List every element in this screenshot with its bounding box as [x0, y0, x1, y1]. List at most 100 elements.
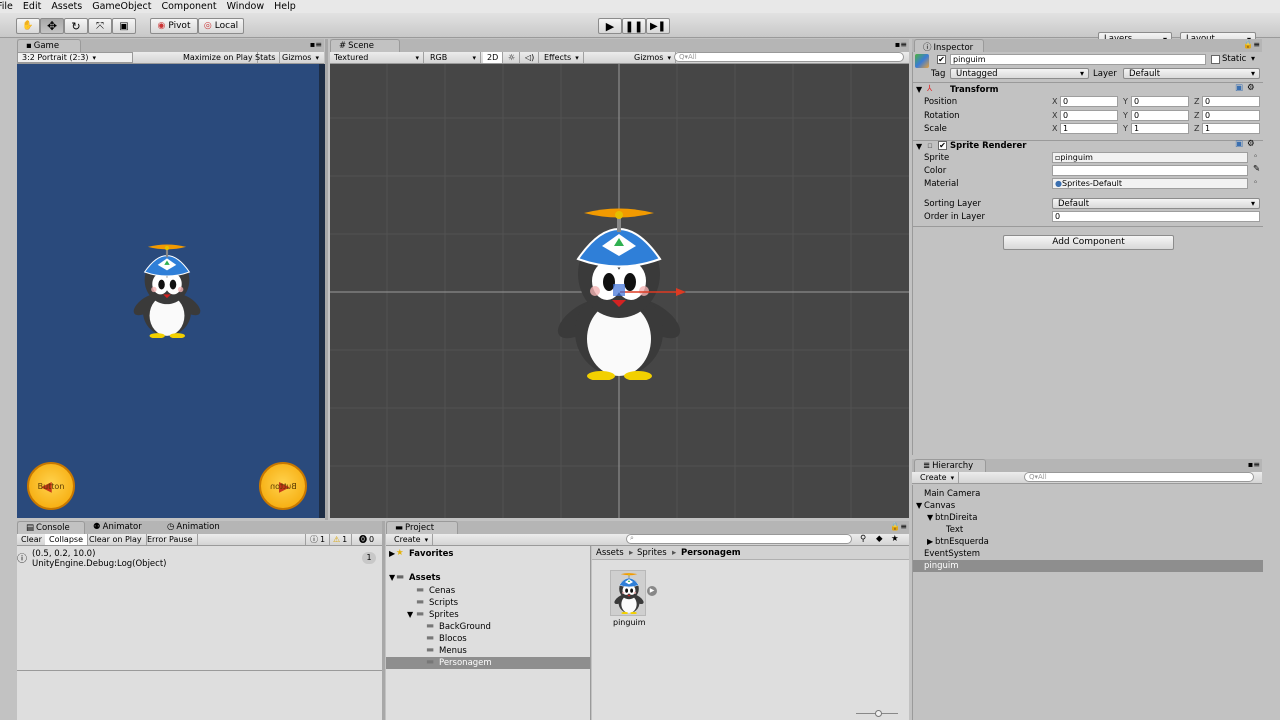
favorites-label[interactable]: Favorites	[409, 549, 453, 559]
tab-game[interactable]: ▪ Game	[17, 39, 81, 53]
scene-view[interactable]	[330, 64, 909, 518]
asset-thumbnail[interactable]	[610, 570, 646, 616]
settings-gear-icon[interactable]: ⚙	[1247, 83, 1255, 93]
static-dropdown-icon[interactable]: ▾	[1251, 54, 1255, 63]
move-tool-button[interactable]: ✥	[40, 18, 64, 34]
menu-help[interactable]: Help	[274, 1, 296, 12]
axis-y-label[interactable]: Y	[1123, 111, 1128, 120]
axis-y-label[interactable]: Y	[1123, 97, 1128, 106]
project-search-input[interactable]: ⌕	[626, 534, 852, 544]
hierarchy-item[interactable]: ▶ btnEsquerda	[913, 536, 1263, 548]
game-gizmos-dropdown[interactable]: Gizmos	[278, 52, 323, 63]
scene-gizmos-dropdown[interactable]: Gizmos	[630, 52, 676, 63]
transform-scale-z[interactable]: 1	[1202, 123, 1260, 134]
console-error-filter[interactable]: ⓿0	[355, 534, 378, 545]
project-folder-item[interactable]: ▬ BackGround	[386, 621, 590, 633]
panel-menu-icon[interactable]: ▪≡	[1248, 460, 1260, 469]
lock-icon[interactable]: 🔒≡	[890, 522, 907, 531]
2d-toggle[interactable]: 2D	[483, 52, 504, 63]
scale-tool-button[interactable]: ⤧	[88, 18, 112, 34]
hierarchy-foldout[interactable]: ▼	[916, 501, 922, 510]
console-info-filter[interactable]: ⓘ 1	[305, 534, 331, 545]
console-clear-button[interactable]: Clear	[17, 534, 47, 545]
layer-dropdown[interactable]: Default	[1123, 68, 1260, 79]
object-picker-icon[interactable]: ◦	[1253, 178, 1258, 188]
panel-menu-icon[interactable]: ▪≡	[895, 40, 907, 49]
object-picker-icon[interactable]: ◦	[1253, 152, 1258, 162]
hand-tool-button[interactable]: ✋	[16, 18, 40, 34]
tab-console[interactable]: ▤ Console	[17, 521, 85, 535]
transform-rotation-y[interactable]: 0	[1131, 109, 1189, 121]
shading-dropdown[interactable]: Textured	[330, 52, 424, 63]
tab-animator[interactable]: ⚉ Animator	[85, 521, 157, 535]
tab-animation[interactable]: ◷ Animation	[159, 521, 239, 535]
transform-foldout[interactable]: ▼	[916, 85, 922, 94]
button-left[interactable]: ◀ Button	[27, 462, 75, 510]
button-right[interactable]: ▶ Button	[259, 462, 307, 510]
color-field[interactable]	[1052, 165, 1248, 176]
folder-foldout[interactable]: ▼	[407, 610, 413, 619]
axis-x-label[interactable]: X	[1052, 97, 1057, 106]
play-button[interactable]: ▶	[598, 18, 622, 34]
static-checkbox[interactable]	[1211, 55, 1220, 64]
lighting-toggle[interactable]: ☼	[504, 52, 521, 63]
search-by-type-icon[interactable]: ⚲	[860, 534, 866, 544]
console-log-entry[interactable]: ⓘ (0.5, 0.2, 10.0) UnityEngine.Debug:Log…	[17, 548, 382, 570]
object-name-field[interactable]: pinguim	[950, 54, 1206, 65]
splitter[interactable]	[382, 521, 385, 720]
breadcrumb-assets[interactable]: Assets	[596, 548, 624, 558]
hierarchy-item[interactable]: Text	[913, 524, 1263, 536]
axis-z-label[interactable]: Z	[1194, 124, 1199, 133]
step-button[interactable]: ▶❚	[646, 18, 670, 34]
transform-scale-x[interactable]: 1	[1060, 123, 1118, 134]
project-folder-item[interactable]: ▬ Scripts	[386, 597, 590, 609]
maximize-on-play-toggle[interactable]: Maximize on Play	[179, 52, 258, 63]
asset-name-label[interactable]: pinguim	[613, 618, 646, 627]
hierarchy-item[interactable]: EventSystem	[913, 548, 1263, 560]
sprite-renderer-foldout[interactable]: ▼	[916, 142, 922, 151]
rect-tool-button[interactable]: ▣	[112, 18, 136, 34]
hierarchy-foldout[interactable]: ▼	[927, 513, 933, 522]
hierarchy-item[interactable]: pinguim	[913, 560, 1263, 572]
menu-window[interactable]: Window	[227, 1, 264, 12]
transform-position-y[interactable]: 0	[1131, 96, 1189, 107]
axis-y-label[interactable]: Y	[1123, 124, 1128, 133]
tab-hierarchy[interactable]: ≣ Hierarchy	[914, 459, 986, 473]
axis-z-label[interactable]: Z	[1194, 111, 1199, 120]
transform-rotation-x[interactable]: 0	[1060, 109, 1118, 121]
transform-position-z[interactable]: 0	[1202, 96, 1260, 107]
project-folder-item[interactable]: ▬ Blocos	[386, 633, 590, 645]
menu-file[interactable]: File	[0, 1, 13, 12]
console-collapse-toggle[interactable]: Collapse	[45, 534, 88, 545]
settings-gear-icon[interactable]: ⚙	[1247, 139, 1255, 149]
effects-dropdown[interactable]: Effects	[540, 52, 584, 63]
menu-component[interactable]: Component	[161, 1, 216, 12]
material-field[interactable]: ●Sprites-Default	[1052, 178, 1248, 189]
axis-x-label[interactable]: X	[1052, 124, 1057, 133]
tab-scene[interactable]: # Scene	[330, 39, 400, 53]
project-folder-item[interactable]: ▬ Menus	[386, 645, 590, 657]
hierarchy-create-dropdown[interactable]: Create	[916, 472, 960, 483]
rgb-dropdown[interactable]: RGB	[426, 52, 481, 63]
active-checkbox[interactable]: ✔	[937, 55, 946, 64]
add-component-button[interactable]: Add Component	[1003, 235, 1174, 250]
axis-z-label[interactable]: Z	[1194, 97, 1199, 106]
lock-icon[interactable]: 🔒≡	[1243, 40, 1260, 49]
zoom-slider-thumb[interactable]	[875, 710, 882, 717]
order-in-layer-field[interactable]: 0	[1052, 211, 1260, 222]
search-by-label-icon[interactable]: ◆	[876, 534, 883, 544]
console-warning-filter[interactable]: ⚠ 1	[329, 534, 353, 545]
menu-gameobject[interactable]: GameObject	[92, 1, 151, 12]
assets-folder[interactable]: Assets	[409, 573, 441, 583]
help-icon[interactable]: ▣	[1235, 83, 1243, 93]
transform-rotation-z[interactable]: 0	[1202, 109, 1260, 121]
project-folder-item[interactable]: ▬ Personagem	[386, 657, 590, 669]
splitter[interactable]	[325, 39, 328, 520]
console-error-pause-toggle[interactable]: Error Pause	[143, 534, 198, 545]
hierarchy-item[interactable]: ▼ btnDireita	[913, 512, 1263, 524]
menu-assets[interactable]: Assets	[51, 1, 82, 12]
pivot-toggle[interactable]: ◉ Pivot	[150, 18, 198, 34]
transform-scale-y[interactable]: 1	[1131, 123, 1189, 134]
favorites-save-icon[interactable]: ★	[891, 534, 899, 544]
hierarchy-item[interactable]: Main Camera	[913, 488, 1263, 500]
